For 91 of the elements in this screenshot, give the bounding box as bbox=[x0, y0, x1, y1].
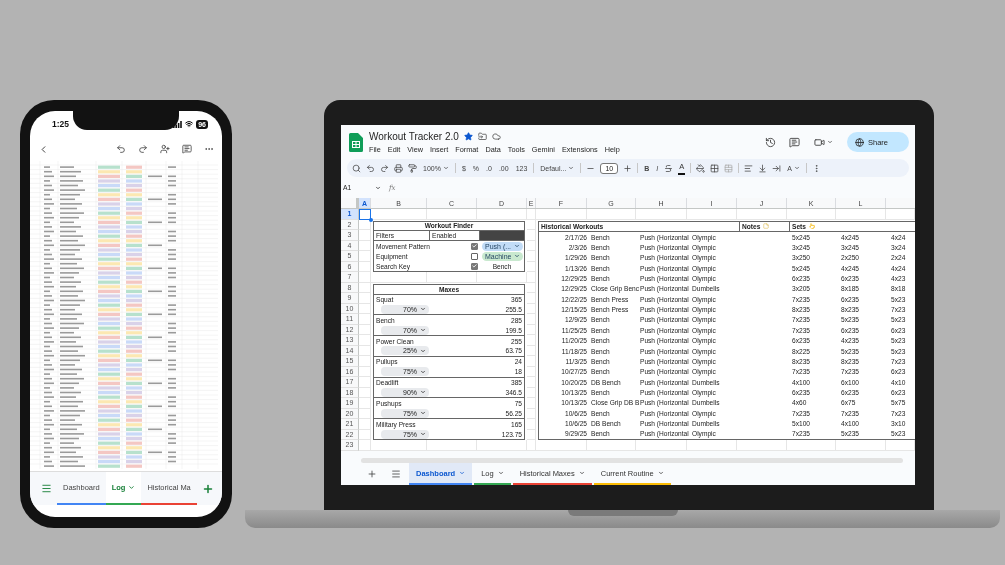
comment-icon[interactable] bbox=[182, 144, 192, 154]
vertical-align-icon[interactable] bbox=[758, 163, 768, 173]
redo-icon[interactable] bbox=[138, 144, 148, 154]
history-icon[interactable] bbox=[765, 136, 776, 148]
dark-cell bbox=[480, 231, 524, 241]
cloud-icon[interactable] bbox=[491, 131, 501, 141]
empty-cell[interactable] bbox=[886, 209, 915, 220]
empty-cell[interactable] bbox=[527, 366, 536, 377]
paint-roller-icon[interactable] bbox=[408, 163, 417, 173]
caret-icon bbox=[442, 165, 449, 171]
globe-icon bbox=[855, 137, 864, 147]
align-left-icon[interactable] bbox=[744, 163, 754, 173]
video-icon bbox=[814, 136, 825, 148]
folder-icon[interactable] bbox=[477, 131, 487, 141]
caret-icon bbox=[578, 470, 585, 476]
caret-icon bbox=[420, 410, 426, 417]
empty-cell[interactable] bbox=[527, 408, 536, 419]
comment-icon[interactable] bbox=[789, 136, 800, 148]
caret-icon bbox=[793, 165, 800, 171]
empty-cell[interactable] bbox=[836, 209, 886, 220]
empty-cell[interactable] bbox=[787, 209, 836, 220]
empty-cell[interactable] bbox=[527, 440, 536, 451]
empty-cell[interactable] bbox=[527, 261, 536, 272]
empty-cell[interactable] bbox=[527, 251, 536, 262]
menu-icon[interactable] bbox=[41, 483, 52, 494]
add-sheet-icon[interactable] bbox=[201, 482, 214, 495]
empty-cell[interactable] bbox=[527, 303, 536, 314]
text-wrap-icon[interactable] bbox=[772, 163, 782, 173]
empty-cell[interactable] bbox=[427, 209, 477, 220]
star-icon[interactable] bbox=[463, 131, 473, 141]
empty-cell[interactable] bbox=[737, 209, 787, 220]
caret-icon bbox=[420, 327, 426, 334]
scrollbar[interactable] bbox=[361, 458, 903, 463]
search-icon[interactable] bbox=[352, 163, 361, 173]
checkbox[interactable] bbox=[471, 262, 478, 270]
note-icon bbox=[763, 223, 770, 230]
empty-cell[interactable] bbox=[527, 377, 536, 388]
caret-icon bbox=[827, 139, 833, 145]
merge-cells-icon[interactable] bbox=[724, 163, 734, 173]
empty-cell[interactable] bbox=[527, 335, 536, 346]
caret-icon bbox=[420, 306, 426, 313]
empty-cell[interactable] bbox=[527, 219, 536, 230]
empty-cell[interactable] bbox=[536, 209, 587, 220]
empty-cell[interactable] bbox=[527, 314, 536, 325]
empty-cell[interactable] bbox=[527, 293, 536, 304]
checkbox[interactable] bbox=[471, 242, 478, 250]
empty-cell[interactable] bbox=[527, 419, 536, 430]
empty-cell[interactable] bbox=[527, 429, 536, 440]
caret-icon bbox=[420, 347, 426, 354]
caret-icon bbox=[128, 484, 136, 491]
sheet-list-icon[interactable] bbox=[391, 469, 401, 479]
paint-bucket-icon[interactable] bbox=[696, 163, 706, 173]
empty-cell[interactable] bbox=[527, 398, 536, 409]
caret-icon bbox=[497, 470, 504, 476]
document-title[interactable]: Workout Tracker 2.0 bbox=[369, 130, 459, 142]
caret-icon bbox=[657, 470, 664, 476]
empty-cell[interactable] bbox=[527, 230, 536, 241]
empty-cell[interactable] bbox=[527, 209, 536, 220]
empty-cell[interactable] bbox=[527, 272, 536, 283]
caret-icon bbox=[420, 368, 426, 375]
strikethrough-icon[interactable] bbox=[664, 163, 674, 173]
empty-cell[interactable] bbox=[527, 240, 536, 251]
empty-cell[interactable] bbox=[527, 324, 536, 335]
checkbox[interactable] bbox=[471, 252, 478, 260]
add-person-icon[interactable] bbox=[160, 144, 170, 154]
empty-cell[interactable] bbox=[687, 209, 737, 220]
selected-cell[interactable] bbox=[359, 209, 371, 220]
empty-cell[interactable] bbox=[587, 209, 636, 220]
wifi-icon bbox=[185, 120, 194, 128]
hand-icon bbox=[808, 223, 815, 230]
empty-cell[interactable] bbox=[527, 282, 536, 293]
borders-icon[interactable] bbox=[710, 163, 720, 173]
empty-cell[interactable] bbox=[636, 209, 687, 220]
empty-cell[interactable] bbox=[371, 209, 427, 220]
sheets-logo[interactable] bbox=[349, 132, 363, 152]
caret-icon bbox=[375, 184, 381, 191]
redo-icon[interactable] bbox=[380, 163, 389, 173]
plus-icon[interactable] bbox=[623, 163, 633, 173]
print-icon[interactable] bbox=[394, 163, 403, 173]
caret-icon bbox=[459, 470, 466, 476]
add-sheet-icon[interactable] bbox=[367, 469, 377, 479]
caret-icon bbox=[568, 165, 575, 171]
caret-icon bbox=[420, 431, 426, 438]
undo-icon[interactable] bbox=[366, 163, 375, 173]
empty-cell[interactable] bbox=[527, 356, 536, 367]
empty-cell[interactable] bbox=[527, 387, 536, 398]
undo-icon[interactable] bbox=[116, 144, 126, 154]
empty-cell[interactable] bbox=[527, 345, 536, 356]
empty-cell[interactable] bbox=[477, 209, 527, 220]
caret-icon bbox=[420, 389, 426, 396]
status-time: 1:25 bbox=[52, 119, 69, 129]
